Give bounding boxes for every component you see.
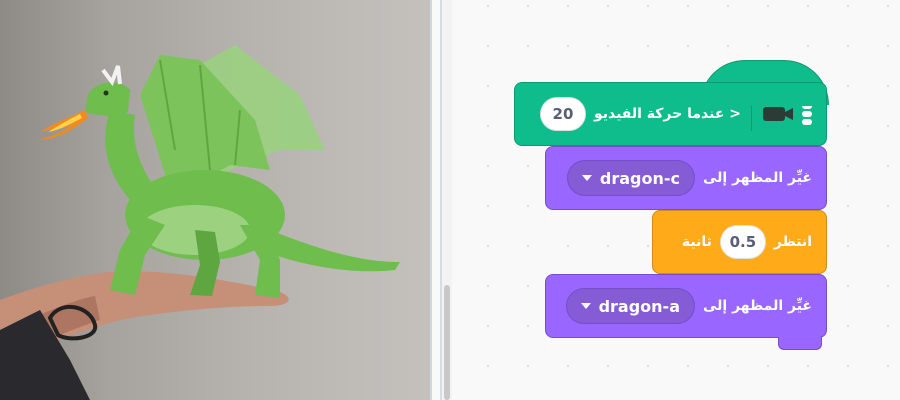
- switch-costume-block-1[interactable]: dragon-c غيِّر المظهر إلى: [545, 146, 827, 210]
- dragon-head: [85, 82, 130, 116]
- chevron-down-icon: [581, 175, 592, 181]
- dragon-eye: [103, 90, 109, 96]
- hat-block-label: عندما حركة الفيديو >: [593, 106, 741, 122]
- video-camera-icon: [762, 103, 812, 125]
- extension-badge-icon: [802, 103, 812, 125]
- stage[interactable]: [0, 0, 430, 400]
- costume-dropdown-2-value: dragon-a: [598, 296, 680, 316]
- costume-dropdown-1-value: dragon-c: [599, 168, 680, 188]
- switch-costume-label-1: غيِّر المظهر إلى: [703, 170, 812, 186]
- scrollbar-thumb[interactable]: [444, 285, 450, 400]
- stage-divider: [430, 0, 432, 400]
- wait-unit-label: ثانية: [681, 234, 712, 250]
- dragon-tail: [260, 230, 400, 272]
- costume-dropdown-2[interactable]: dragon-a: [565, 288, 695, 324]
- switch-costume-label-2: غيِّر المظهر إلى: [703, 298, 812, 314]
- chevron-down-icon: [580, 303, 591, 309]
- stage-scene: [0, 45, 400, 400]
- switch-costume-block-2[interactable]: dragon-a غيِّر المظهر إلى: [545, 274, 827, 338]
- block-bottom-notch: [778, 337, 822, 350]
- costume-dropdown-1[interactable]: dragon-c: [566, 160, 695, 196]
- wait-block[interactable]: ثانية 0.5 انتظر: [652, 210, 827, 274]
- wait-label: انتظر: [773, 234, 812, 250]
- motion-threshold-input[interactable]: 20: [539, 97, 586, 131]
- wait-duration-input[interactable]: 0.5: [719, 225, 766, 259]
- dragon-horns: [101, 65, 122, 87]
